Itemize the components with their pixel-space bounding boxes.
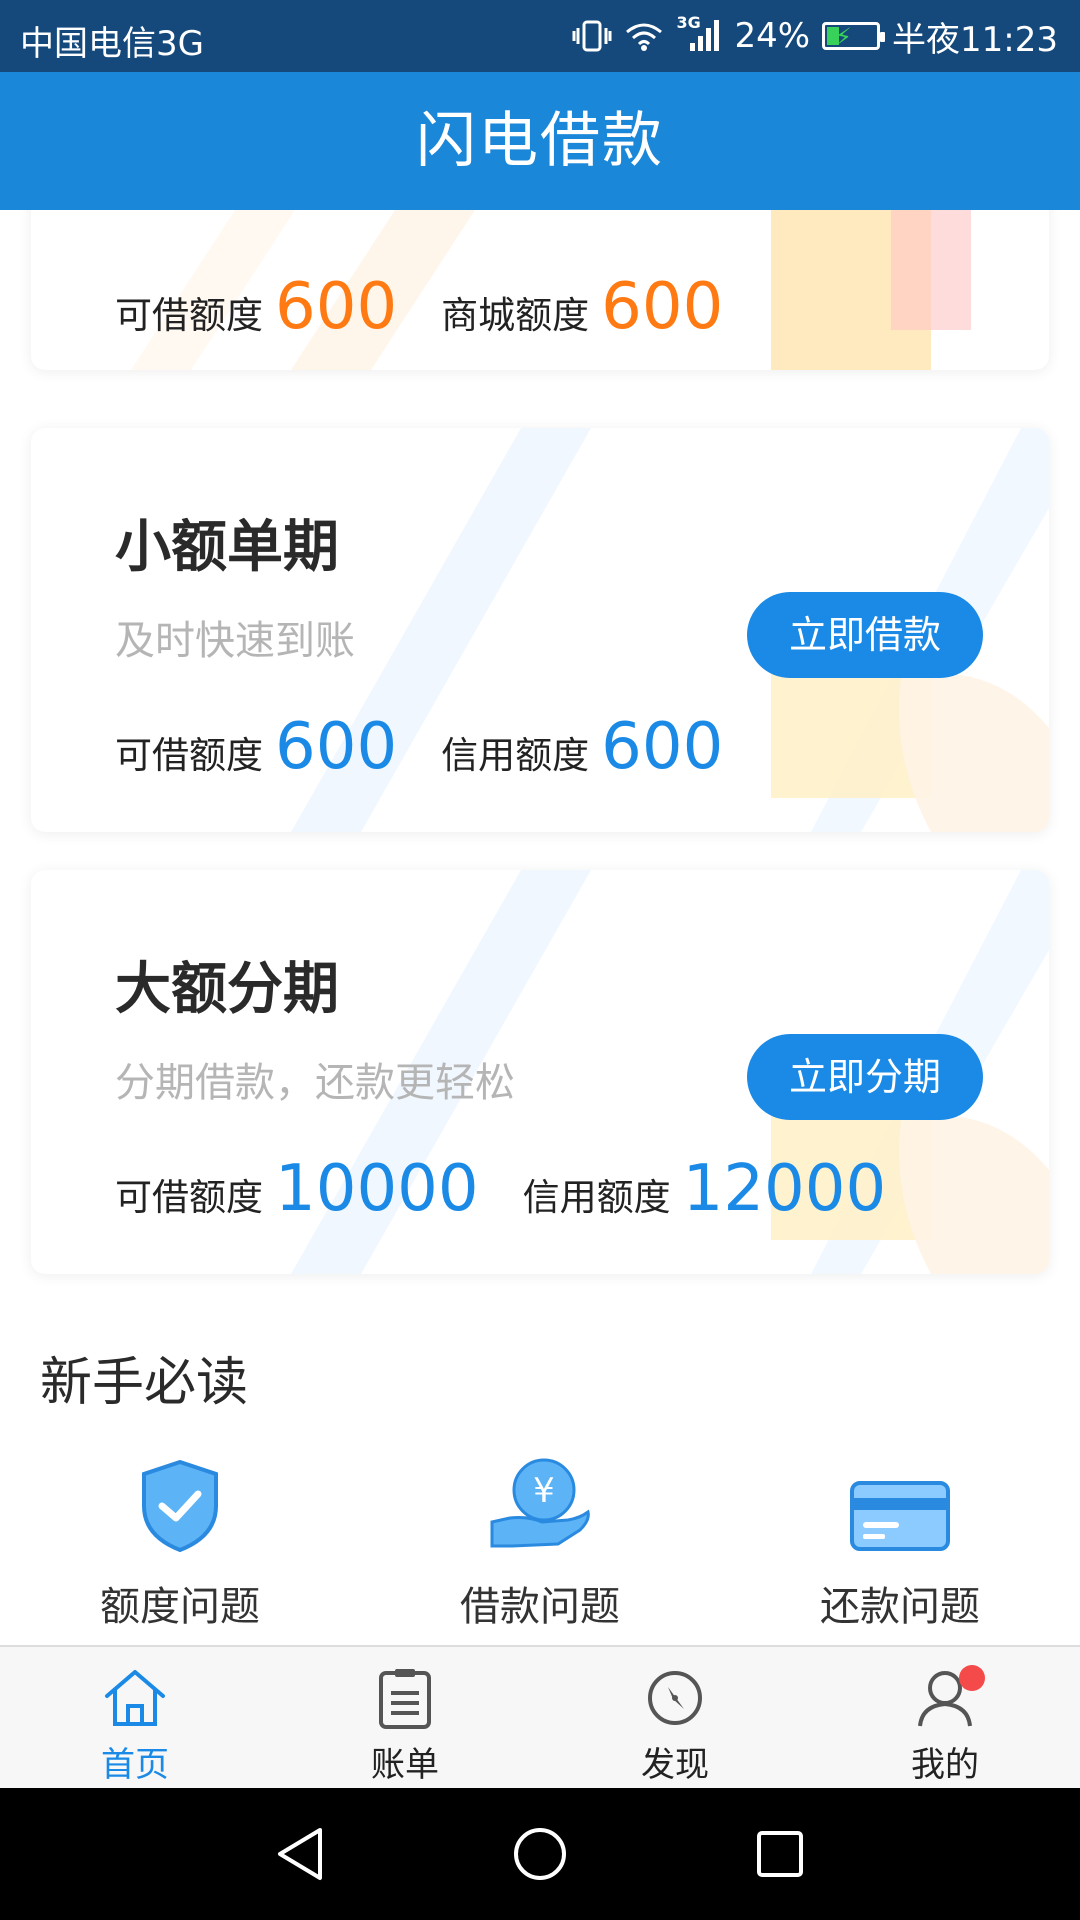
installment-title: 大额分期 [115, 957, 339, 1022]
installment-loan-card[interactable]: 大额分期 分期借款，还款更轻松 立即分期 可借额度 10000 信用额度 120… [31, 870, 1049, 1274]
borrow-now-button[interactable]: 立即借款 [747, 592, 983, 678]
faq-label: 借款问题 [460, 1584, 620, 1630]
faq-borrow[interactable]: ¥ 借款问题 [390, 1452, 690, 1632]
amount-value: 600 [275, 710, 398, 784]
clock: 半夜11:23 [892, 19, 1058, 60]
amount-value: 600 [601, 710, 724, 784]
small-loan-amounts: 可借额度 600 信用额度 600 [115, 710, 767, 784]
nav-bill[interactable]: 账单 [270, 1647, 540, 1788]
amount-value: 600 [601, 270, 724, 344]
amount-label: 商城额度 [441, 294, 590, 337]
amount-label: 可借额度 [115, 1176, 263, 1219]
amount-value: 600 [275, 270, 398, 344]
back-icon[interactable] [255, 1809, 345, 1899]
wifi-icon [624, 20, 664, 52]
system-nav-bar [0, 1788, 1080, 1920]
page-title: 闪电借款 [416, 106, 664, 176]
nav-mine[interactable]: 我的 [810, 1647, 1080, 1788]
svg-text:¥: ¥ [533, 1471, 555, 1511]
home-circle-icon[interactable] [495, 1809, 585, 1899]
amount-label: 可借额度 [115, 294, 263, 337]
user-icon [810, 1665, 1080, 1731]
faq-label: 额度问题 [100, 1584, 260, 1630]
mall-loan-card[interactable]: 可借额度 600 商城额度 600 [31, 210, 1049, 370]
installment-subtitle: 分期借款，还款更轻松 [115, 1060, 515, 1106]
app-header: 闪电借款 [0, 72, 1080, 210]
faq-repay[interactable]: 还款问题 [750, 1452, 1050, 1632]
battery-icon: ⚡ [822, 22, 886, 51]
home-icon [0, 1665, 270, 1731]
nav-label: 我的 [911, 1745, 979, 1785]
mall-loan-amounts: 可借额度 600 商城额度 600 [115, 270, 767, 344]
compass-icon [540, 1665, 810, 1731]
carrier-name: 中国电信3G [20, 24, 204, 64]
amount-label: 可借额度 [115, 734, 263, 777]
faq-limit[interactable]: 额度问题 [30, 1452, 330, 1632]
bottom-nav: 首页 账单 发现 我的 [0, 1645, 1080, 1788]
small-loan-subtitle: 及时快速到账 [115, 618, 355, 664]
small-loan-title: 小额单期 [115, 515, 339, 580]
small-loan-card[interactable]: 小额单期 及时快速到账 立即借款 可借额度 600 信用额度 600 [31, 428, 1049, 832]
guide-title: 新手必读 [40, 1353, 249, 1413]
status-icons: 3G 24% ⚡ 半夜11:23 [572, 12, 1058, 60]
recents-icon[interactable] [735, 1809, 825, 1899]
nav-home[interactable]: 首页 [0, 1647, 270, 1788]
shield-check-icon [30, 1452, 330, 1552]
amount-value: 12000 [682, 1152, 887, 1226]
signal-icon: 3G [676, 13, 722, 53]
nav-discover[interactable]: 发现 [540, 1647, 810, 1788]
faq-label: 还款问题 [820, 1584, 980, 1630]
bill-icon [270, 1665, 540, 1731]
nav-label: 发现 [641, 1745, 709, 1785]
amount-label: 信用额度 [441, 734, 590, 777]
installment-now-button[interactable]: 立即分期 [747, 1034, 983, 1120]
amount-label: 信用额度 [522, 1176, 671, 1219]
nav-label: 账单 [371, 1745, 439, 1785]
credit-card-icon [750, 1452, 1050, 1552]
status-bar: 中国电信3G 3G 24% ⚡ 半夜11:23 [0, 0, 1080, 72]
nav-label: 首页 [101, 1745, 169, 1785]
hand-coin-icon: ¥ [390, 1452, 690, 1552]
notification-badge [959, 1665, 985, 1691]
battery-percent: 24% [734, 16, 811, 56]
installment-amounts: 可借额度 10000 信用额度 12000 [115, 1152, 930, 1226]
network-type: 3G [676, 13, 701, 32]
vibrate-icon [572, 19, 612, 53]
main-content[interactable]: 可借额度 600 商城额度 600 小额单期 及时快速到账 立即借款 可借额度 … [0, 210, 1080, 1645]
amount-value: 10000 [275, 1152, 479, 1226]
